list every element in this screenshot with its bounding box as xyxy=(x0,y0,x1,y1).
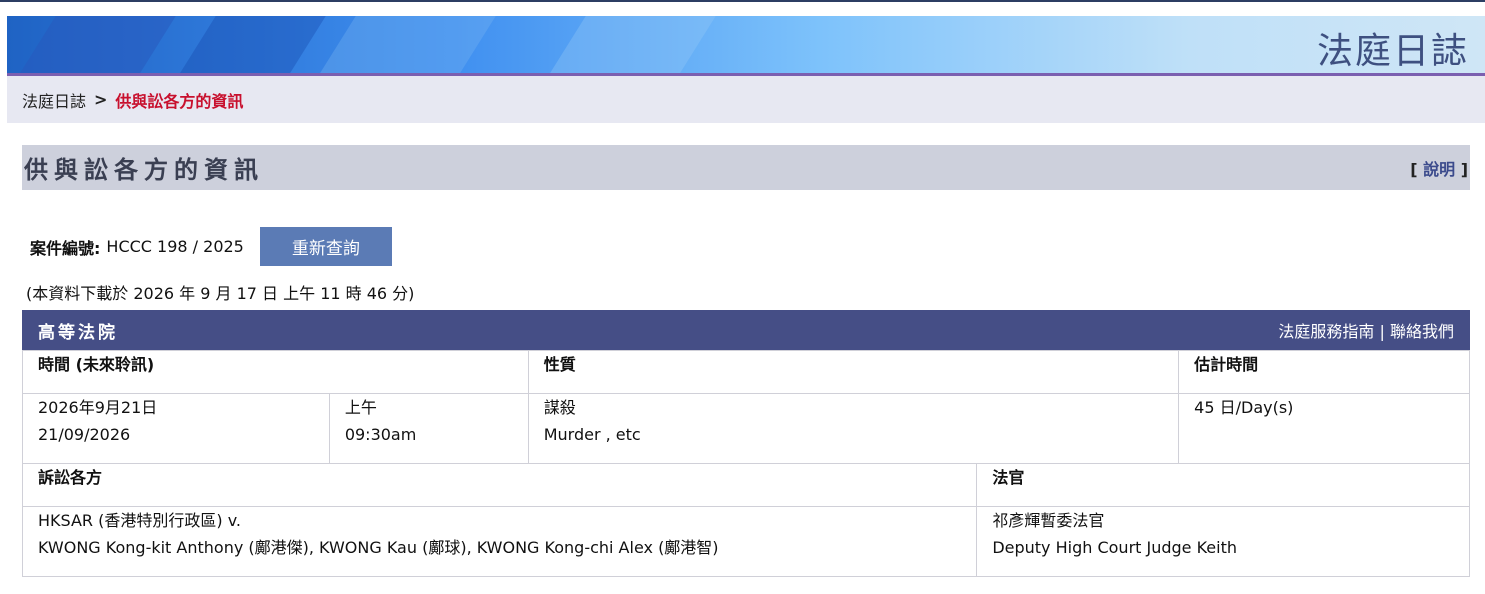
duration-value: 45 日/Day(s) xyxy=(1194,398,1294,417)
hearing-session: 上午 xyxy=(344,398,377,417)
parties-header: 訴訟各方 xyxy=(21,463,978,507)
nature-en: Murder , etc xyxy=(543,425,641,444)
hearing-date-en: 21/09/2026 xyxy=(38,425,131,444)
hearing-time-cell: 上午 09:30am xyxy=(328,393,529,464)
judge-en: Deputy High Court Judge Keith xyxy=(992,538,1237,557)
top-border xyxy=(0,0,1485,2)
hearing-table: 時間 (未來聆訊) 性質 估計時間 2026年9月21日 21/09/2026 … xyxy=(22,350,1470,464)
site-banner: 法庭日誌 xyxy=(7,16,1485,74)
time-header: 時間 (未來聆訊) xyxy=(22,350,529,394)
parties-row: HKSAR (香港特別行政區) v. KWONG Kong-kit Anthon… xyxy=(21,506,1470,577)
judge-cell: 祁彥輝暫委法官 Deputy High Court Judge Keith xyxy=(976,506,1470,577)
court-links-divider: | xyxy=(1379,322,1385,341)
hearing-time: 09:30am xyxy=(344,425,417,444)
case-number-row: 案件編號: HCCC 198 / 2025 重新查詢 xyxy=(30,227,392,266)
download-timestamp: (本資料下載於 2026 年 9 月 17 日 上午 11 時 46 分) xyxy=(26,284,415,303)
court-header: 高等法院 法庭服務指南 | 聯絡我們 xyxy=(22,310,1470,350)
help-link-wrapper: [ 說明 ] xyxy=(1410,159,1468,179)
hearing-date-cell: 2026年9月21日 21/09/2026 xyxy=(22,393,330,464)
parties-line-2: KWONG Kong-kit Anthony (鄺港傑), KWONG Kau … xyxy=(38,538,719,557)
parties-table: 訴訟各方 法官 HKSAR (香港特別行政區) v. KWONG Kong-ki… xyxy=(21,463,1470,577)
hearing-row: 2026年9月21日 21/09/2026 上午 09:30am 謀殺 Murd… xyxy=(22,393,1470,464)
nature-zh: 謀殺 xyxy=(543,398,576,417)
hearing-header-row: 時間 (未來聆訊) 性質 估計時間 xyxy=(22,350,1470,394)
breadcrumb-separator: > xyxy=(94,90,108,109)
parties-cell: HKSAR (香港特別行政區) v. KWONG Kong-kit Anthon… xyxy=(21,506,978,577)
court-guide-link[interactable]: 法庭服務指南 xyxy=(1278,322,1374,341)
contact-us-link[interactable]: 聯絡我們 xyxy=(1390,322,1454,341)
breadcrumb: 法庭日誌 > 供與訟各方的資訊 xyxy=(7,76,1485,123)
page-title: 供與訟各方的資訊 xyxy=(24,156,264,184)
duration-header: 估計時間 xyxy=(1178,350,1470,394)
court-name: 高等法院 xyxy=(38,322,118,343)
hearing-date-zh: 2026年9月21日 xyxy=(38,398,158,417)
judge-header: 法官 xyxy=(976,463,1470,507)
help-link[interactable]: 說明 xyxy=(1423,160,1455,179)
hearing-nature-cell: 謀殺 Murder , etc xyxy=(527,393,1180,464)
page-heading-bar: 供與訟各方的資訊 [ 說明 ] xyxy=(22,145,1470,190)
banner-title: 法庭日誌 xyxy=(1316,31,1469,72)
case-number-value: HCCC 198 / 2025 xyxy=(106,237,244,256)
parties-line-1: HKSAR (香港特別行政區) v. xyxy=(38,511,242,530)
requery-button[interactable]: 重新查詢 xyxy=(259,227,392,266)
breadcrumb-current: 供與訟各方的資訊 xyxy=(115,91,244,111)
court-links: 法庭服務指南 | 聯絡我們 xyxy=(1278,318,1454,342)
nature-header: 性質 xyxy=(527,350,1180,394)
judge-zh: 祁彥輝暫委法官 xyxy=(992,511,1105,530)
parties-header-row: 訴訟各方 法官 xyxy=(21,463,1470,507)
hearing-duration-cell: 45 日/Day(s) xyxy=(1178,393,1470,464)
case-number-label: 案件編號: xyxy=(30,238,101,258)
breadcrumb-home-link[interactable]: 法庭日誌 xyxy=(22,88,86,112)
